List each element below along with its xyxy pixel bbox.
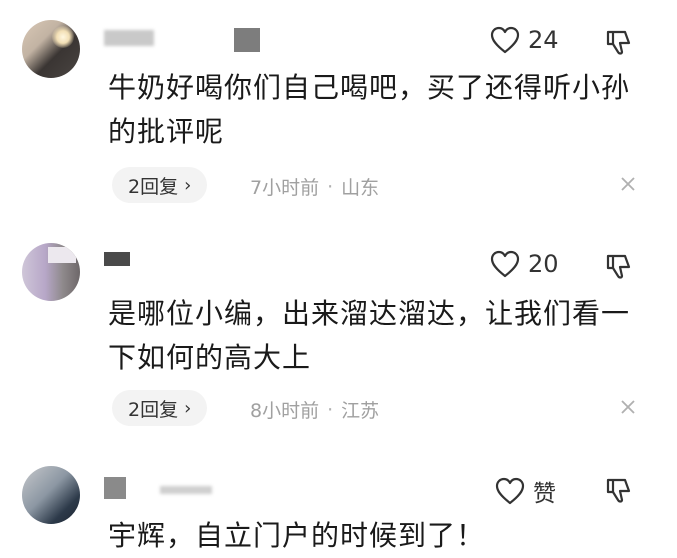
avatar[interactable] (22, 243, 80, 301)
timestamp: 8小时前 (250, 400, 320, 422)
chevron-right-icon: › (184, 397, 192, 419)
reply-button[interactable]: 2回复 › (112, 390, 208, 426)
like-count: 20 (528, 250, 559, 278)
heart-outline-icon (495, 477, 525, 505)
comment-text: 是哪位小编，出来溜达溜达，让我们看一下如何的高大上 (108, 297, 631, 374)
timestamp: 7小时前 (250, 177, 320, 199)
username-blurred[interactable] (104, 30, 154, 46)
comment-meta: 8小时前 · 江苏 (250, 396, 379, 423)
chevron-right-icon: › (184, 174, 192, 196)
close-icon[interactable] (620, 176, 636, 192)
username-blurred (160, 486, 212, 494)
like-button[interactable]: 24 (490, 26, 559, 54)
meta-separator: · (327, 175, 334, 198)
comment-text: 宇辉，自立门户的时候到了！ (108, 519, 486, 552)
username-redacted (234, 28, 260, 52)
thumbs-down-icon[interactable] (605, 28, 635, 56)
thumbs-down-icon[interactable] (605, 476, 635, 504)
comment-meta: 7小时前 · 山东 (250, 173, 379, 200)
avatar[interactable] (22, 20, 80, 78)
username-redacted[interactable] (104, 252, 130, 266)
meta-separator: · (327, 398, 334, 421)
close-icon[interactable] (620, 399, 636, 415)
avatar[interactable] (22, 466, 80, 524)
like-button[interactable]: 20 (490, 250, 559, 278)
like-button[interactable]: 赞 (495, 474, 556, 508)
heart-outline-icon (490, 26, 520, 54)
thumbs-down-icon[interactable] (605, 252, 635, 280)
location: 江苏 (341, 400, 380, 422)
comment-text: 牛奶好喝你们自己喝吧，买了还得听小孙的批评呢 (108, 71, 631, 148)
reply-button[interactable]: 2回复 › (112, 167, 208, 203)
like-count: 24 (528, 26, 559, 54)
username-redacted[interactable] (104, 477, 126, 499)
like-label: 赞 (533, 481, 556, 507)
reply-count-label: 2回复 (128, 398, 179, 421)
reply-count-label: 2回复 (128, 175, 179, 198)
heart-outline-icon (490, 250, 520, 278)
location: 山东 (341, 177, 380, 199)
